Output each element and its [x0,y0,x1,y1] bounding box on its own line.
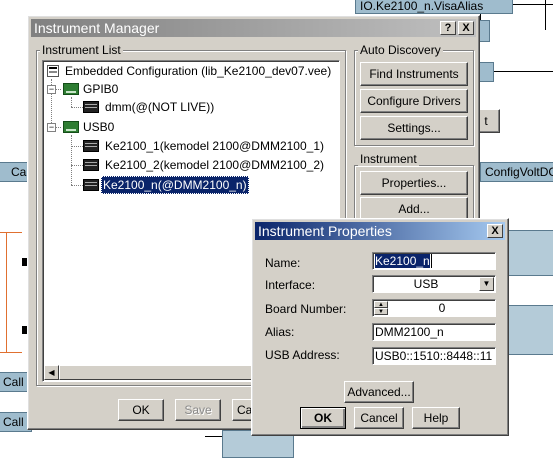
board-number-stepper[interactable]: 0 ▲ ▼ [372,299,496,317]
collapse-usb0-icon[interactable]: − [47,123,56,132]
wire [205,436,222,437]
instrument-properties-dialog: Instrument Properties X Name: Ke2100_n I… [251,218,509,436]
close-icon[interactable]: X [487,224,503,238]
auto-discovery-label: Auto Discovery [358,43,443,57]
window-title: Instrument Manager [34,20,160,36]
name-field[interactable]: Ke2100_n [372,252,496,270]
node-right-panel-2 [508,305,553,355]
wire [0,352,22,353]
scroll-left-icon[interactable]: ◀ [44,365,59,380]
ok-button[interactable]: OK [300,407,346,429]
stepper-up-icon[interactable]: ▲ [374,301,388,308]
name-label: Name: [265,256,301,270]
alias-label: Alias: [265,325,295,339]
ok-button[interactable]: OK [118,399,164,421]
scroll-thumb[interactable] [59,365,259,380]
find-instruments-button[interactable]: Find Instruments [360,62,468,86]
card-icon [63,83,79,95]
device-icon [83,159,99,171]
device-icon [83,179,99,191]
board-number-label: Board Number: [265,302,347,316]
wire [545,0,546,30]
collapse-gpib0-icon[interactable]: − [47,85,56,94]
wire [494,71,553,72]
interface-select[interactable]: USB ▼ [372,275,496,293]
chevron-down-icon[interactable]: ▼ [479,277,494,291]
save-button[interactable]: Save [175,399,221,421]
close-icon[interactable]: X [458,21,474,35]
cancel-button[interactable]: Cancel [354,407,404,429]
instrument-properties-titlebar[interactable]: Instrument Properties X [255,222,505,240]
usb-address-field[interactable]: USB0::1510::8448::11 [372,347,496,365]
configure-drivers-button[interactable]: Configure Drivers [360,89,468,113]
help-button[interactable]: Help [412,407,460,429]
wire [6,232,7,352]
help-icon[interactable]: ? [440,21,456,35]
card-icon [63,121,79,133]
node-right-panel [508,230,553,276]
instrument-manager-titlebar[interactable]: Instrument Manager ? X [31,19,476,37]
config-icon [47,65,59,77]
interface-label: Interface: [265,278,316,292]
wire [0,232,22,233]
device-icon [83,140,99,152]
advanced-button[interactable]: Advanced... [344,381,414,403]
wire [513,4,553,5]
node-config-volt-dc[interactable]: ConfigVoltDC [480,162,553,182]
instrument-list-label: Instrument List [40,43,123,57]
device-icon [83,101,99,113]
stepper-down-icon[interactable]: ▼ [374,308,388,315]
settings-button[interactable]: Settings... [360,116,468,140]
usb-address-label: USB Address: [265,348,340,362]
alias-field[interactable]: DMM2100_n [372,323,496,341]
properties-button[interactable]: Properties... [360,171,468,195]
node-visa-alias[interactable]: IO.Ke2100_n.VisaAlias [355,0,513,14]
instrument-group-label: Instrument [358,152,419,166]
dialog-title: Instrument Properties [258,223,392,239]
